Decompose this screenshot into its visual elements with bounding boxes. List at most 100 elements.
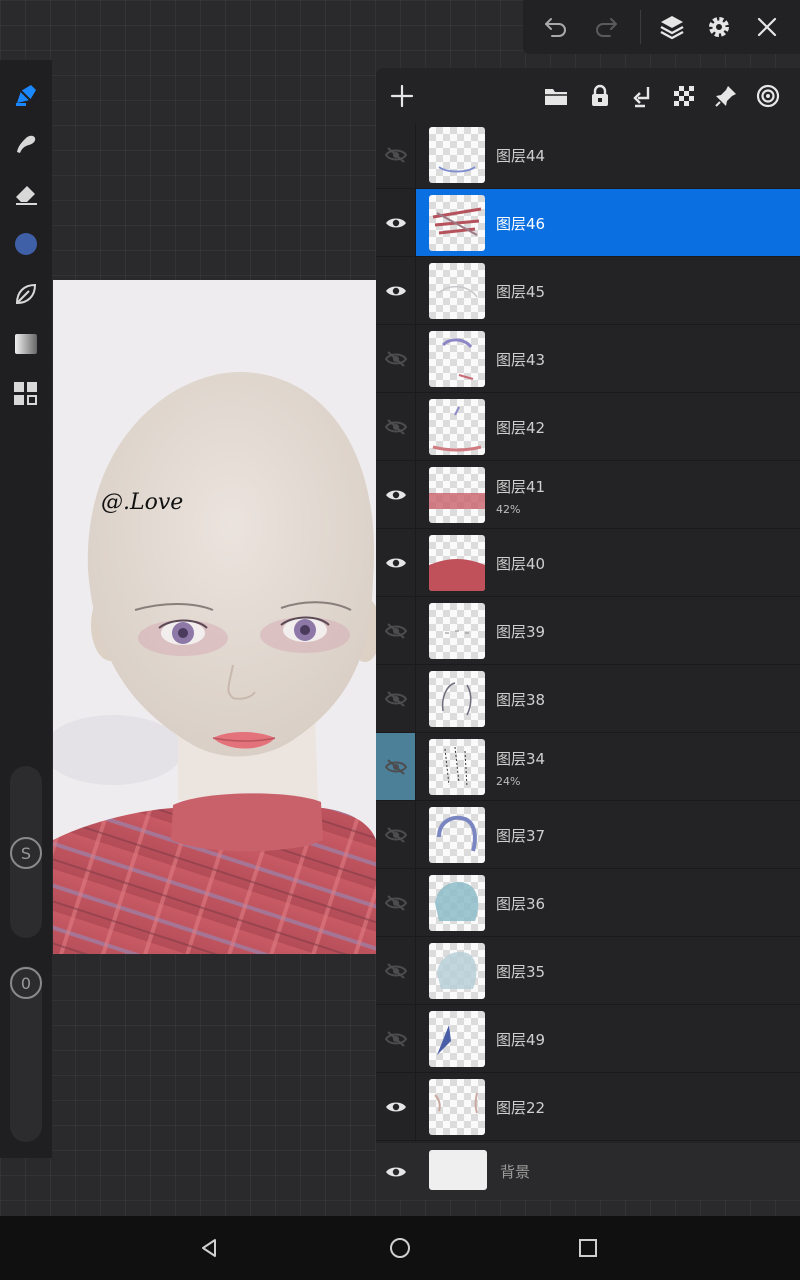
eye-hidden-icon[interactable] [376,733,416,800]
layers-panel-header [376,68,800,124]
layer-name: 图层43 [496,351,546,369]
layer-row[interactable]: 图层40 [376,529,800,597]
eye-hidden-icon[interactable] [376,801,416,868]
eye-icon[interactable] [376,257,416,324]
layer-thumbnail [429,127,485,183]
layer-thumbnail [429,195,485,251]
merge-down-icon[interactable] [622,76,662,116]
system-nav-bar [0,1216,800,1280]
layer-row[interactable]: 图层46 [376,189,800,257]
eye-hidden-icon[interactable] [376,597,416,664]
layer-row[interactable]: 图层49 [376,1005,800,1073]
background-layer-row[interactable]: 背景 [376,1143,800,1200]
layer-thumbnail [429,1079,485,1135]
layer-opacity: 24% [496,775,521,788]
layer-row[interactable]: 图层37 [376,801,800,869]
layer-name: 图层34 [496,750,546,768]
back-icon[interactable] [194,1232,226,1264]
eye-hidden-icon[interactable] [376,325,416,392]
layer-opacity: 42% [496,503,521,516]
brush-opacity-knob[interactable]: 0 [10,967,42,999]
layer-thumbnail [429,807,485,863]
artwork-illustration [53,280,376,954]
checker-icon[interactable] [664,76,704,116]
layers-panel: 图层44 图层46 图层45 图层43 图层42 图层41 42% 图层40 图层39 图层38 图… [376,68,800,1200]
layer-thumbnail [429,263,485,319]
left-toolbar: S 0 [0,60,52,1158]
color-swatch[interactable] [6,224,46,264]
eye-icon[interactable] [376,189,416,256]
lock-icon[interactable] [580,76,620,116]
pin-icon[interactable] [706,76,746,116]
layer-row[interactable]: 图层42 [376,393,800,461]
layer-thumbnail [429,535,485,591]
undo-icon[interactable] [536,7,576,47]
grid-menu-icon[interactable] [6,374,46,414]
eye-icon[interactable] [376,529,416,596]
eye-icon[interactable] [376,461,416,528]
layer-row[interactable]: 图层34 24% [376,733,800,801]
brush-size-knob[interactable]: S [10,837,42,869]
close-icon[interactable] [747,7,787,47]
layer-row[interactable]: 图层35 [376,937,800,1005]
eye-icon[interactable] [376,1143,416,1200]
layer-thumbnail [429,467,485,523]
layer-row[interactable]: 图层43 [376,325,800,393]
layer-thumbnail [429,943,485,999]
background-thumbnail [429,1150,487,1190]
background-layer-name: 背景 [500,1163,531,1181]
layer-row[interactable]: 图层41 42% [376,461,800,529]
layer-thumbnail [429,671,485,727]
layer-name: 图层40 [496,555,546,573]
gradient-fill-icon[interactable] [6,324,46,364]
toolbar-divider [640,10,641,44]
layer-name: 图层37 [496,827,546,845]
layer-name: 图层39 [496,623,546,641]
recents-icon[interactable] [572,1232,604,1264]
layer-name: 图层42 [496,419,546,437]
eye-hidden-icon[interactable] [376,665,416,732]
eye-hidden-icon[interactable] [376,393,416,460]
layer-name: 图层35 [496,963,546,981]
eye-hidden-icon[interactable] [376,937,416,1004]
add-layer-icon[interactable] [382,76,422,116]
layer-row[interactable]: 图层38 [376,665,800,733]
redo-icon[interactable] [586,7,626,47]
layer-name: 图层49 [496,1031,546,1049]
opacity-knob-label: 0 [20,973,32,993]
folder-icon[interactable] [536,76,576,116]
eye-hidden-icon[interactable] [376,869,416,936]
drawing-canvas[interactable]: @.Love [53,280,376,954]
settings-icon[interactable] [699,7,739,47]
layer-row[interactable]: 图层39 [376,597,800,665]
layers-icon[interactable] [652,7,692,47]
layer-list[interactable]: 图层44 图层46 图层45 图层43 图层42 图层41 42% 图层40 图层39 图层38 图… [376,124,800,1141]
layer-thumbnail [429,603,485,659]
layer-name: 图层36 [496,895,546,913]
smudge-icon[interactable] [6,124,46,164]
layer-row[interactable]: 图层22 [376,1073,800,1141]
eye-icon[interactable] [376,1073,416,1140]
top-toolbar [523,0,800,54]
layer-row[interactable]: 图层36 [376,869,800,937]
layer-name: 图层38 [496,691,546,709]
layer-thumbnail [429,399,485,455]
layer-thumbnail [429,739,485,795]
layer-row[interactable]: 图层45 [376,257,800,325]
target-icon[interactable] [748,76,788,116]
layer-name: 图层46 [496,215,546,233]
watermark-text: @.Love [101,490,184,515]
brush-icon[interactable] [6,75,46,115]
home-icon[interactable] [384,1232,416,1264]
layer-name: 图层44 [496,147,546,165]
eye-hidden-icon[interactable] [376,1005,416,1072]
eye-hidden-icon[interactable] [376,124,416,188]
size-knob-label: S [20,843,32,863]
layer-name: 图层22 [496,1099,546,1117]
leaf-brush-icon[interactable] [6,274,46,314]
layer-thumbnail [429,1011,485,1067]
layer-name: 图层45 [496,283,546,301]
eraser-icon[interactable] [6,174,46,214]
layer-row[interactable]: 图层44 [376,124,800,189]
layer-thumbnail [429,331,485,387]
